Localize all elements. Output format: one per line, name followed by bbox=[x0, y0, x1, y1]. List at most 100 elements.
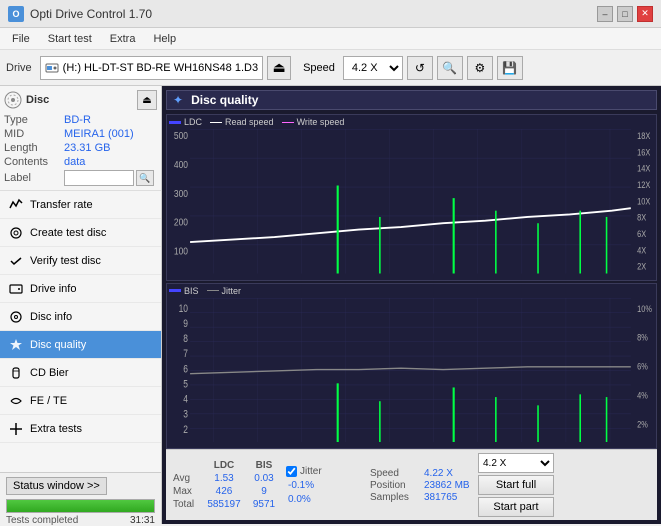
svg-text:18X: 18X bbox=[637, 131, 651, 141]
speed-selector[interactable]: 4.2 X bbox=[343, 56, 403, 80]
jitter-checkbox[interactable] bbox=[286, 466, 297, 477]
jitter-avg-row: -0.1% bbox=[286, 479, 366, 491]
nav-item-disc-info[interactable]: Disc info bbox=[0, 303, 161, 331]
speed-row: Speed 4.22 X bbox=[370, 468, 470, 479]
disc-length-row: Length 23.31 GB bbox=[4, 142, 157, 154]
menu-start-test[interactable]: Start test bbox=[40, 31, 100, 47]
menu-extra[interactable]: Extra bbox=[102, 31, 144, 47]
disc-mid-label: MID bbox=[4, 128, 64, 140]
refresh-button[interactable]: ↺ bbox=[407, 56, 433, 80]
disc-type-value: BD-R bbox=[64, 114, 157, 126]
position-row: Position 23862 MB bbox=[370, 480, 470, 491]
start-full-button[interactable]: Start full bbox=[478, 475, 554, 495]
stats-max-bis: 9 bbox=[246, 485, 282, 498]
disc-length-label: Length bbox=[4, 142, 64, 154]
maximize-button[interactable]: □ bbox=[617, 6, 633, 22]
svg-text:4: 4 bbox=[183, 393, 188, 405]
minimize-button[interactable]: – bbox=[597, 6, 613, 22]
svg-text:3: 3 bbox=[183, 408, 188, 420]
svg-text:500: 500 bbox=[174, 130, 188, 141]
write-speed-label: Write speed bbox=[297, 117, 345, 127]
start-part-button[interactable]: Start part bbox=[478, 497, 554, 517]
stats-total-bis: 9571 bbox=[246, 498, 282, 511]
action-buttons: 4.2 X Start full Start part bbox=[478, 453, 554, 517]
nav-item-create-test-disc[interactable]: Create test disc bbox=[0, 219, 161, 247]
nav-label-extra-tests: Extra tests bbox=[30, 423, 82, 435]
svg-text:10X: 10X bbox=[637, 197, 651, 207]
jitter-stats: Jitter -0.1% 0.0% bbox=[286, 466, 366, 505]
nav-item-transfer-rate[interactable]: Transfer rate bbox=[0, 191, 161, 219]
svg-text:200: 200 bbox=[174, 217, 188, 228]
samples-label: Samples bbox=[370, 492, 420, 503]
speed-stats: Speed 4.22 X Position 23862 MB Samples 3… bbox=[370, 468, 470, 503]
disc-label-label: Label bbox=[4, 172, 64, 184]
scan-button[interactable]: 🔍 bbox=[437, 56, 463, 80]
disc-header: Disc ⏏ bbox=[4, 90, 157, 110]
disc-label-button[interactable]: 🔍 bbox=[136, 170, 154, 186]
nav-item-verify-test-disc[interactable]: Verify test disc bbox=[0, 247, 161, 275]
progress-bar-container bbox=[6, 499, 155, 513]
disc-icon bbox=[4, 91, 22, 109]
jitter-avg-val: -0.1% bbox=[288, 480, 314, 491]
drive-label: Drive bbox=[6, 62, 32, 74]
disc-contents-label: Contents bbox=[4, 156, 64, 168]
stats-row-total: Total 585197 9571 bbox=[170, 498, 282, 511]
menu-file[interactable]: File bbox=[4, 31, 38, 47]
drive-selector[interactable]: (H:) HL-DT-ST BD-RE WH16NS48 1.D3 bbox=[40, 56, 263, 80]
titlebar-controls: – □ ✕ bbox=[597, 6, 653, 22]
disc-header-left: Disc bbox=[4, 91, 49, 109]
svg-text:9: 9 bbox=[183, 317, 188, 329]
svg-text:14X: 14X bbox=[637, 164, 651, 174]
save-button[interactable]: 💾 bbox=[497, 56, 523, 80]
speed-dropdown[interactable]: 4.2 X bbox=[478, 453, 554, 473]
stats-total-ldc: 585197 bbox=[202, 498, 246, 511]
svg-text:8%: 8% bbox=[637, 331, 648, 342]
legend-bis: BIS bbox=[169, 286, 199, 296]
svg-text:400: 400 bbox=[174, 159, 188, 170]
svg-text:300: 300 bbox=[174, 188, 188, 199]
status-window-button[interactable]: Status window >> bbox=[6, 477, 107, 495]
svg-text:4X: 4X bbox=[637, 246, 647, 256]
stats-total-label: Total bbox=[170, 498, 202, 511]
nav-icon-verify-test-disc bbox=[8, 253, 24, 269]
stats-avg-label: Avg bbox=[170, 472, 202, 485]
lower-chart-legend: BIS Jitter bbox=[169, 286, 654, 296]
stats-row-max: Max 426 9 bbox=[170, 485, 282, 498]
nav-label-cd-bier: CD Bier bbox=[30, 367, 69, 379]
svg-text:6: 6 bbox=[183, 363, 188, 375]
nav-label-disc-info: Disc info bbox=[30, 311, 72, 323]
titlebar-title: Opti Drive Control 1.70 bbox=[30, 7, 152, 21]
menu-help[interactable]: Help bbox=[145, 31, 184, 47]
nav-container: Transfer rate Create test disc Verify test… bbox=[0, 191, 161, 443]
jitter-max-row: 0.0% bbox=[286, 493, 366, 505]
nav-icon-transfer-rate bbox=[8, 197, 24, 213]
nav-item-extra-tests[interactable]: Extra tests bbox=[0, 415, 161, 443]
lower-chart-svg: 10 9 8 7 6 5 4 3 2 10% 8% 6% 4% 2% bbox=[169, 298, 654, 443]
stats-table: LDC BIS Avg 1.53 0.03 Max 426 9 bbox=[170, 459, 282, 511]
menubar: File Start test Extra Help bbox=[0, 28, 661, 50]
jitter-header-label: Jitter bbox=[300, 466, 322, 477]
nav-item-fe-te[interactable]: FE / TE bbox=[0, 387, 161, 415]
svg-text:16X: 16X bbox=[637, 148, 651, 158]
drive-icon bbox=[45, 61, 59, 75]
charts-area: LDC Read speed Write speed bbox=[166, 114, 657, 449]
right-panel: ✦ Disc quality LDC Read speed bbox=[162, 86, 661, 524]
nav-label-verify-test-disc: Verify test disc bbox=[30, 255, 101, 267]
eject-button[interactable]: ⏏ bbox=[267, 56, 291, 80]
nav-icon-create-test-disc bbox=[8, 225, 24, 241]
ldc-color bbox=[169, 121, 181, 124]
chart-title: Disc quality bbox=[191, 93, 258, 107]
legend-ldc: LDC bbox=[169, 117, 202, 127]
stats-avg-bis: 0.03 bbox=[246, 472, 282, 485]
nav-item-drive-info[interactable]: Drive info bbox=[0, 275, 161, 303]
nav-label-transfer-rate: Transfer rate bbox=[30, 199, 93, 211]
config-button[interactable]: ⚙ bbox=[467, 56, 493, 80]
disc-eject-button[interactable]: ⏏ bbox=[137, 90, 157, 110]
nav-item-cd-bier[interactable]: CD Bier bbox=[0, 359, 161, 387]
svg-text:2%: 2% bbox=[637, 418, 648, 429]
disc-label-input[interactable] bbox=[64, 170, 134, 186]
close-button[interactable]: ✕ bbox=[637, 6, 653, 22]
nav-item-disc-quality[interactable]: Disc quality bbox=[0, 331, 161, 359]
disc-length-value: 23.31 GB bbox=[64, 142, 157, 154]
jitter-max-val: 0.0% bbox=[288, 494, 311, 505]
